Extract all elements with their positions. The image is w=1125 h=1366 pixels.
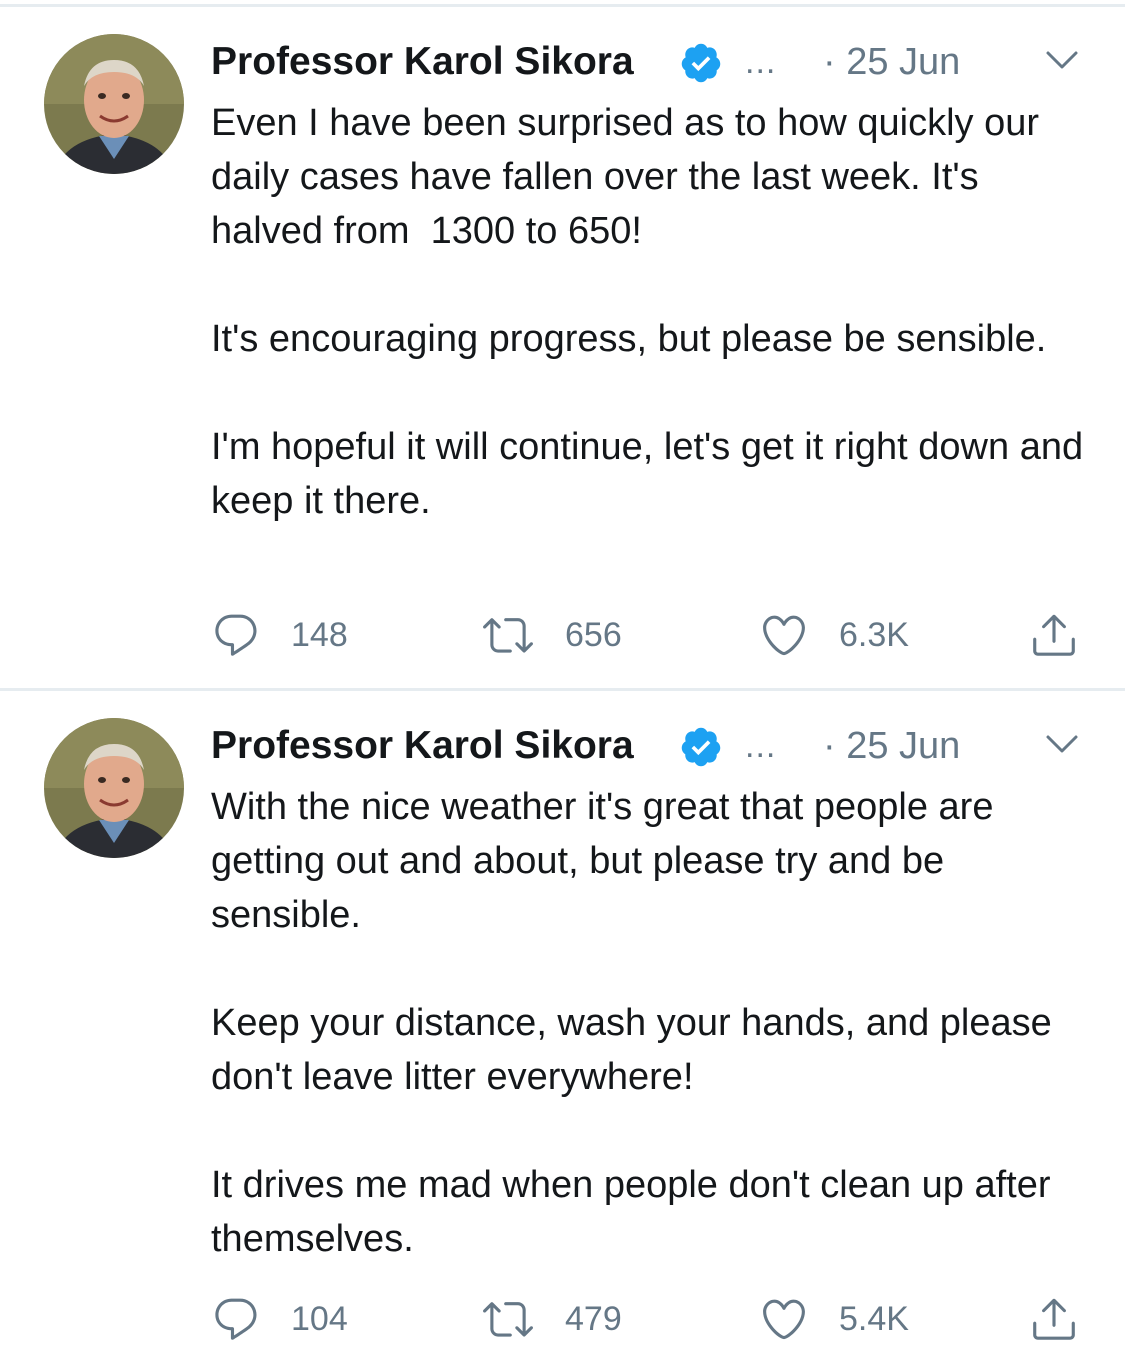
like-button[interactable]: 6.3K <box>759 607 909 663</box>
like-count: 6.3K <box>839 615 909 654</box>
like-count: 5.4K <box>839 1299 909 1338</box>
tweet-header: Professor Karol Sikora ... · 25 Jun <box>211 718 1085 774</box>
tweet-1[interactable]: Professor Karol Sikora ... · 25 Jun Even… <box>0 0 1125 690</box>
chevron-down-icon[interactable] <box>1045 48 1079 72</box>
reply-icon <box>215 1298 257 1340</box>
like-button[interactable]: 5.4K <box>759 1291 909 1347</box>
reply-count: 148 <box>291 615 348 654</box>
avatar[interactable] <box>44 718 184 858</box>
tweet-date[interactable]: · 25 Jun <box>823 34 960 90</box>
tweet-paragraph: It drives me mad when people don't clean… <box>211 1164 1062 1260</box>
verified-badge-icon <box>681 43 721 83</box>
reply-button[interactable]: 104 <box>211 1291 348 1347</box>
share-icon <box>1033 1298 1075 1340</box>
share-icon <box>1033 614 1075 656</box>
avatar[interactable] <box>44 34 184 174</box>
handle-ellipsis: ... <box>745 727 777 765</box>
reply-count: 104 <box>291 1299 348 1338</box>
tweet-paragraph: I'm hopeful it will continue, let's get … <box>211 426 1094 522</box>
tweet-actions: 104 479 5.4K <box>211 1291 1081 1347</box>
tweet-paragraph: Even I have been surprised as to how qui… <box>211 102 1050 252</box>
retweet-button[interactable]: 479 <box>481 1291 622 1347</box>
tweet-paragraph: It's encouraging progress, but please be… <box>211 318 1047 360</box>
tweet-2[interactable]: Professor Karol Sikora ... · 25 Jun With… <box>0 684 1125 1366</box>
tweet-header: Professor Karol Sikora ... · 25 Jun <box>211 34 1085 90</box>
heart-icon <box>763 1299 805 1340</box>
tweet-text: With the nice weather it's great that pe… <box>211 780 1091 1266</box>
chevron-down-icon[interactable] <box>1045 732 1079 756</box>
retweet-button[interactable]: 656 <box>481 607 622 663</box>
reply-button[interactable]: 148 <box>211 607 348 663</box>
retweet-count: 656 <box>565 615 622 654</box>
retweet-count: 479 <box>565 1299 622 1338</box>
tweet-paragraph: Keep your distance, wash your hands, and… <box>211 1002 1063 1098</box>
author-name[interactable]: Professor Karol Sikora <box>211 34 634 90</box>
verified-badge-icon <box>681 727 721 767</box>
retweet-icon <box>483 618 533 653</box>
share-button[interactable] <box>1029 607 1079 663</box>
heart-icon <box>763 615 805 656</box>
handle-ellipsis: ... <box>745 43 777 81</box>
reply-icon <box>215 614 257 656</box>
tweet-text: Even I have been surprised as to how qui… <box>211 96 1091 528</box>
retweet-icon <box>483 1302 533 1337</box>
tweet-paragraph: With the nice weather it's great that pe… <box>211 786 1005 936</box>
tweet-actions: 148 656 6.3K <box>211 607 1081 663</box>
tweet-date[interactable]: · 25 Jun <box>823 718 960 774</box>
author-name[interactable]: Professor Karol Sikora <box>211 718 634 774</box>
share-button[interactable] <box>1029 1291 1079 1347</box>
